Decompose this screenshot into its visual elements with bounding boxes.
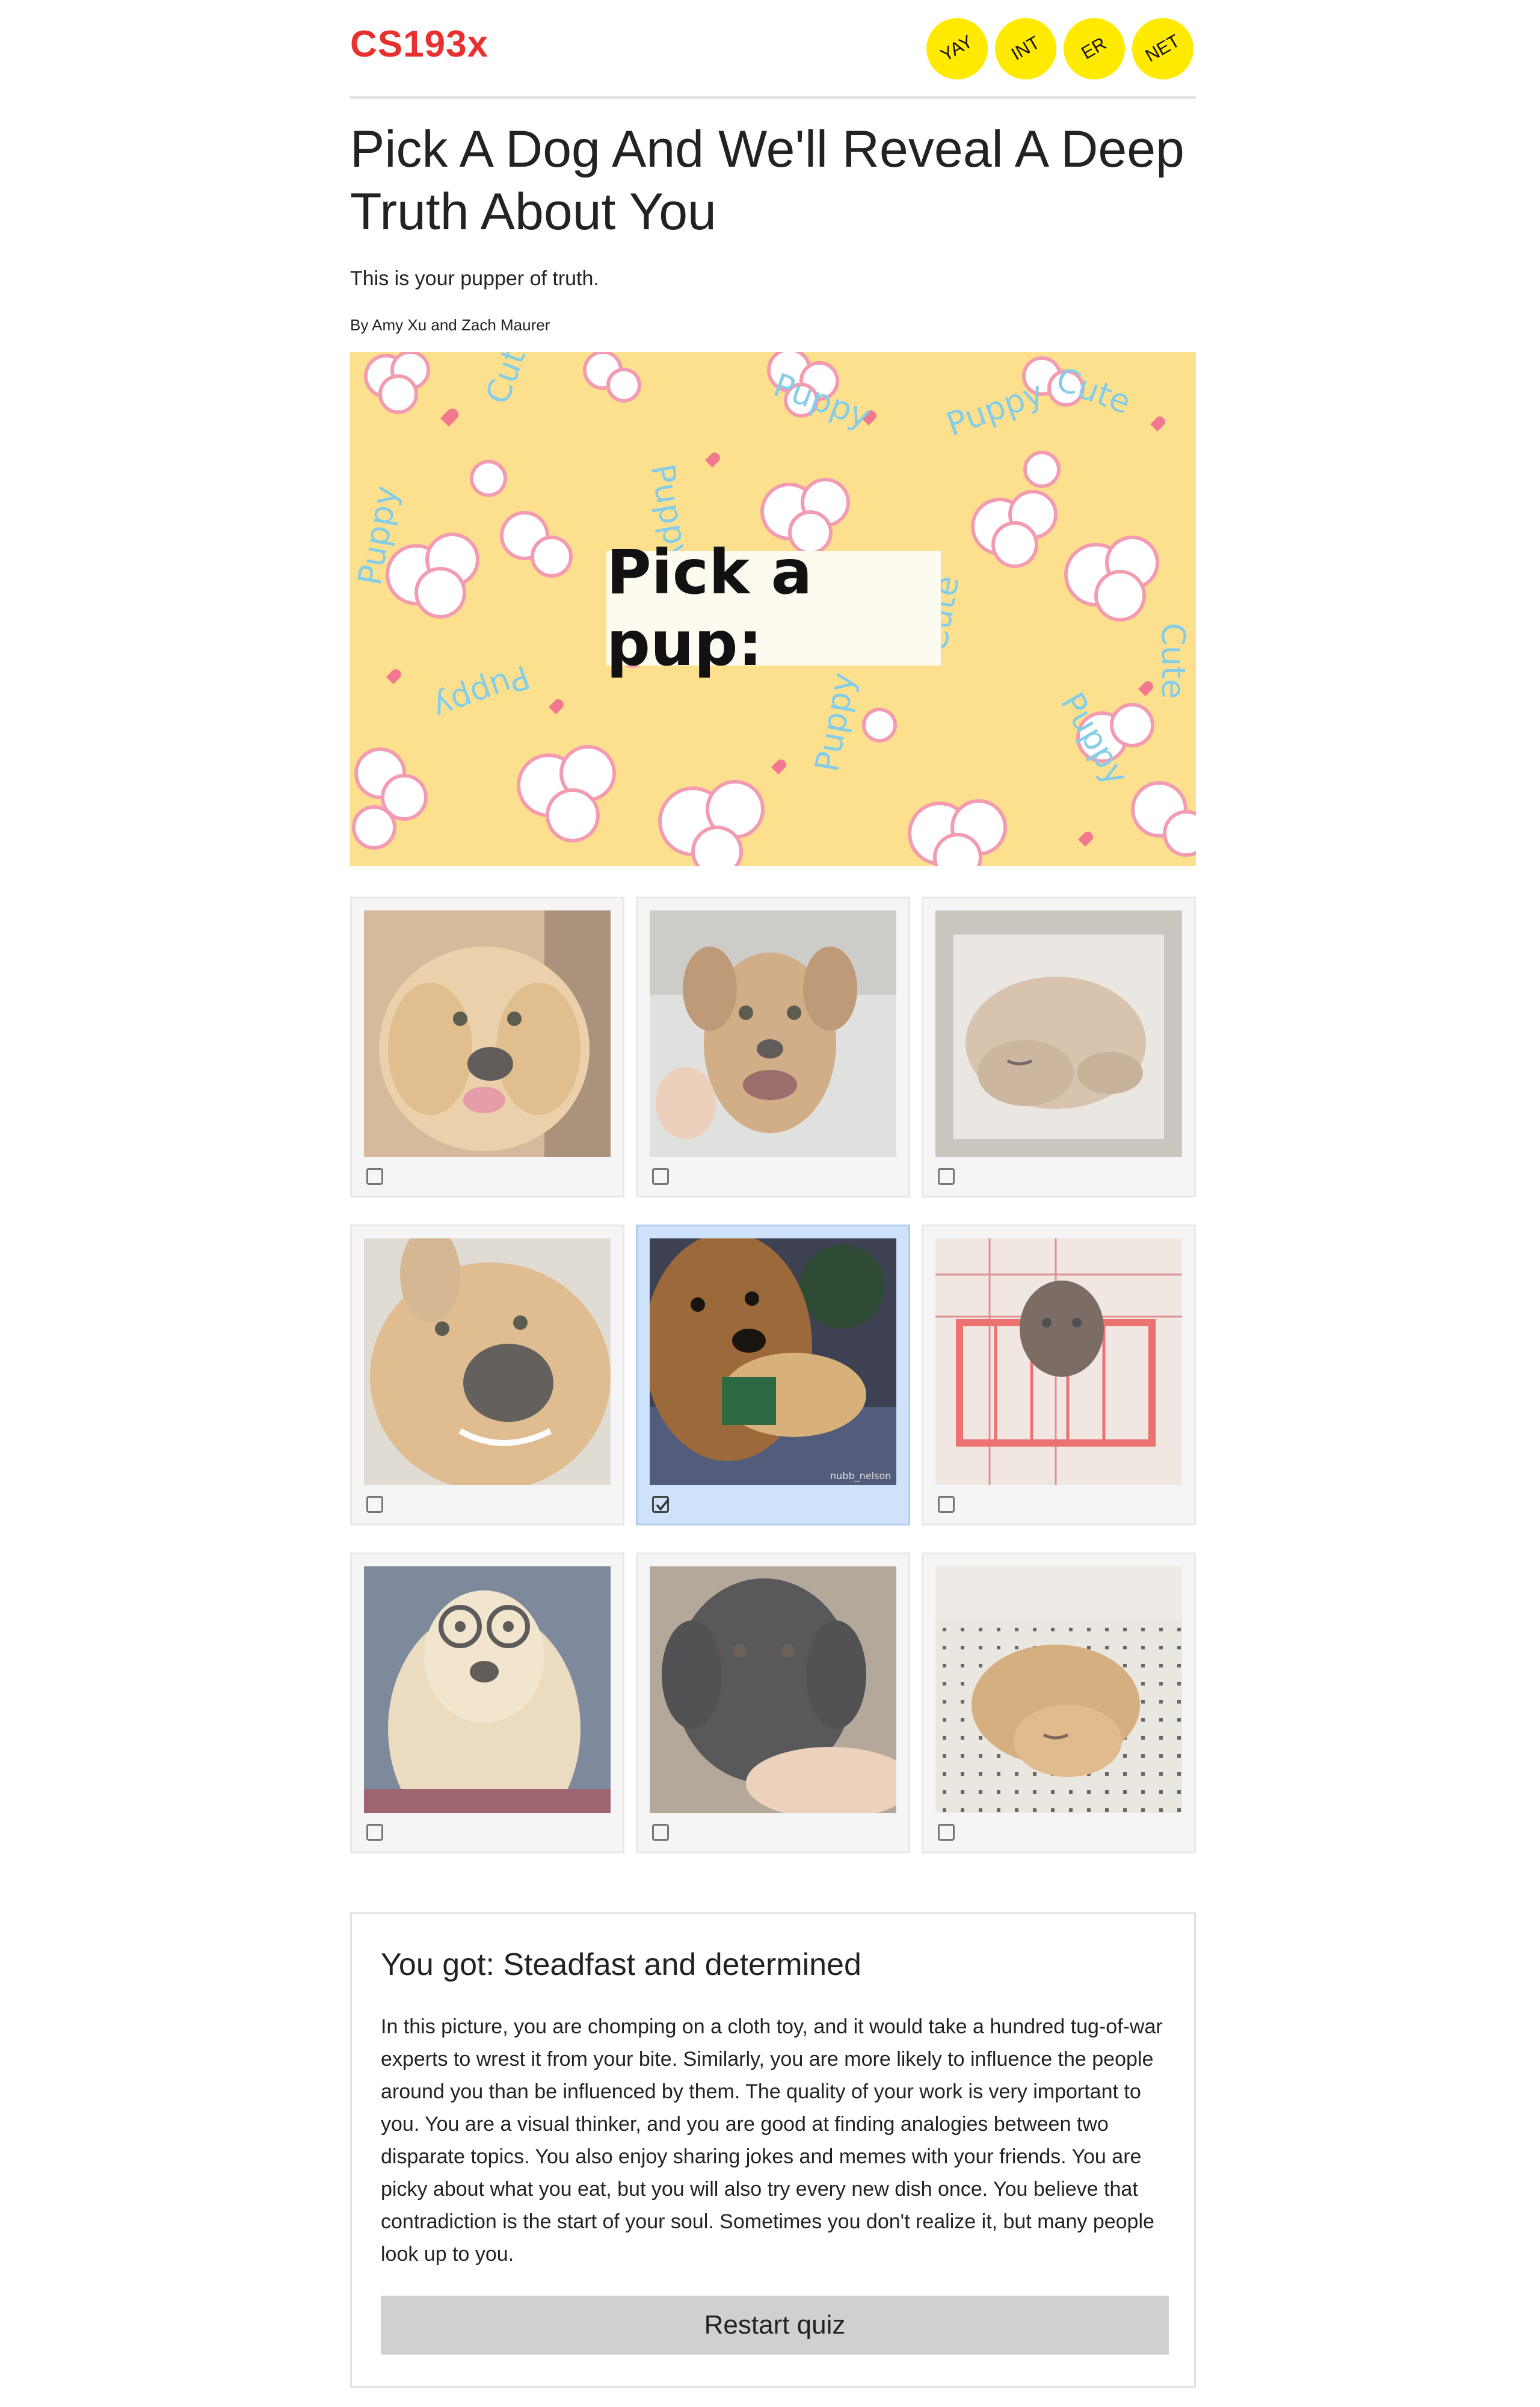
choice-checkbox[interactable] bbox=[938, 1824, 955, 1841]
choice-card-black-lab-puppy[interactable] bbox=[636, 1553, 910, 1853]
choice-checkbox[interactable] bbox=[938, 1496, 955, 1513]
result-heading: You got: Steadfast and determined bbox=[381, 1947, 861, 1982]
content-column: CS193x YAY INT ER NET Pick A Dog And We'… bbox=[350, 0, 1196, 2388]
badge-int[interactable]: INT bbox=[995, 18, 1056, 79]
restart-quiz-button[interactable]: Restart quiz bbox=[381, 2296, 1169, 2355]
badge-label: ER bbox=[1078, 33, 1110, 64]
pick-a-pup-label: Pick a pup: bbox=[606, 537, 941, 680]
choice-card-golden-with-glasses[interactable] bbox=[350, 1553, 624, 1853]
dog-photo bbox=[650, 1566, 896, 1813]
choice-checkbox-checked[interactable] bbox=[652, 1496, 670, 1513]
dog-photo bbox=[364, 910, 611, 1157]
byline: By Amy Xu and Zach Maurer bbox=[350, 316, 550, 334]
pattern-word-6: Cute bbox=[1154, 623, 1192, 699]
choice-checkbox[interactable] bbox=[652, 1824, 669, 1841]
choice-card-tan-dog-smiling[interactable] bbox=[636, 897, 910, 1197]
dog-photo bbox=[364, 1238, 611, 1485]
badge-yay[interactable]: YAY bbox=[926, 18, 988, 79]
svg-text:nubb_nelson: nubb_nelson bbox=[830, 1470, 891, 1482]
badge-group: YAY INT ER NET bbox=[926, 18, 1194, 79]
page-title: Pick A Dog And We'll Reveal A Deep Truth… bbox=[350, 120, 1184, 241]
choice-card-golden-puppy-on-tile[interactable] bbox=[922, 1553, 1196, 1853]
dog-photo: nubb_nelson bbox=[650, 1238, 896, 1485]
checkmark-icon bbox=[656, 1498, 670, 1511]
choice-checkbox[interactable] bbox=[366, 1496, 383, 1513]
dog-photo bbox=[364, 1566, 611, 1813]
page-subtitle: This is your pupper of truth. bbox=[350, 267, 599, 290]
dog-photo bbox=[935, 1238, 1182, 1485]
pattern-word-0: Cute bbox=[478, 352, 540, 409]
badge-label: NET bbox=[1142, 31, 1183, 66]
site-logo[interactable]: CS193x bbox=[350, 23, 488, 66]
choice-card-poodle-in-cart[interactable] bbox=[922, 1225, 1196, 1525]
badge-label: INT bbox=[1008, 32, 1043, 64]
dog-photo bbox=[935, 1566, 1182, 1813]
hero-banner: Cute Puppy Cute Puppy Puppy Puppy Cute Puppy Cut… bbox=[350, 352, 1196, 866]
choice-checkbox[interactable] bbox=[652, 1168, 669, 1185]
choice-card-golden-dog-close-up[interactable] bbox=[350, 1225, 624, 1525]
badge-net[interactable]: NET bbox=[1132, 18, 1194, 79]
choice-checkbox[interactable] bbox=[366, 1168, 383, 1185]
quiz-result-panel: You got: Steadfast and determined In thi… bbox=[350, 1912, 1196, 2388]
badge-er[interactable]: ER bbox=[1064, 18, 1125, 79]
choice-card-golden-chomping-toy[interactable]: nubb_nelson bbox=[636, 1225, 910, 1525]
pattern-word-7: Puppy bbox=[428, 658, 535, 728]
pattern-word-4: Puppy bbox=[941, 374, 1049, 443]
quiz-page: CS193x YAY INT ER NET Pick A Dog And We'… bbox=[0, 0, 1540, 2407]
dog-photo bbox=[650, 910, 896, 1157]
pattern-word-10: Puppy bbox=[808, 669, 863, 774]
dog-photo bbox=[935, 910, 1182, 1157]
site-header: CS193x YAY INT ER NET bbox=[350, 0, 1196, 99]
result-description: In this picture, you are chomping on a c… bbox=[381, 2015, 1163, 2266]
badge-label: YAY bbox=[937, 31, 977, 66]
pattern-word-2: Cute bbox=[1052, 360, 1136, 421]
choice-checkbox[interactable] bbox=[366, 1824, 383, 1841]
choice-card-sleeping-puppy[interactable] bbox=[922, 897, 1196, 1197]
choice-card-golden-puppy-tongue[interactable] bbox=[350, 897, 624, 1197]
choice-checkbox[interactable] bbox=[938, 1168, 955, 1185]
